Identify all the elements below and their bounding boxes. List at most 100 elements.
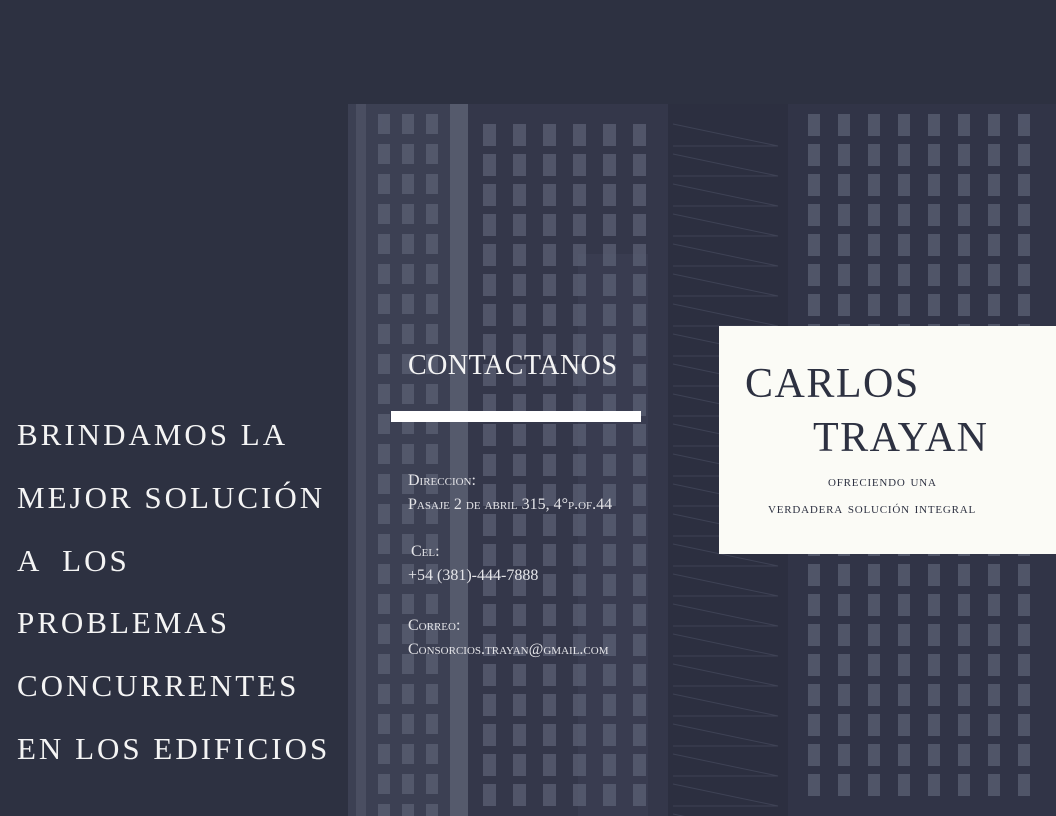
window-shape: [808, 264, 820, 286]
window-shape: [988, 114, 1000, 136]
window-shape: [838, 654, 850, 676]
window-shape: [868, 624, 880, 646]
window-shape: [573, 124, 586, 146]
window-shape: [633, 634, 646, 656]
window-shape: [958, 114, 970, 136]
window-shape: [543, 304, 556, 326]
window-shape: [808, 114, 820, 136]
window-shape: [603, 544, 616, 566]
tagline-line: A LOS: [17, 542, 130, 578]
window-shape: [402, 234, 414, 254]
tagline-line: CONCURRENTES: [17, 668, 300, 704]
window-shape: [378, 504, 390, 524]
window-shape: [426, 774, 438, 794]
window-shape: [838, 174, 850, 196]
window-shape: [426, 144, 438, 164]
window-shape: [378, 774, 390, 794]
window-shape: [483, 244, 496, 266]
window-shape: [633, 574, 646, 596]
window-shape: [378, 534, 390, 554]
window-shape: [402, 744, 414, 764]
window-shape: [868, 744, 880, 766]
window-shape: [483, 424, 496, 446]
subtitle-line-1: ofreciendo una: [828, 473, 937, 490]
window-shape: [633, 424, 646, 446]
window-shape: [513, 664, 526, 686]
window-shape: [928, 624, 940, 646]
window-shape: [378, 594, 390, 614]
window-shape: [513, 514, 526, 536]
window-shape: [988, 594, 1000, 616]
window-shape: [838, 624, 850, 646]
window-shape: [928, 684, 940, 706]
window-shape: [808, 714, 820, 736]
address-label: Direccion:: [408, 472, 476, 489]
window-shape: [633, 724, 646, 746]
phone-value[interactable]: +54 (381)-444-7888: [408, 564, 538, 588]
window-shape: [483, 274, 496, 296]
window-shape: [868, 654, 880, 676]
window-shape: [426, 714, 438, 734]
window-shape: [573, 214, 586, 236]
window-shape: [868, 774, 880, 796]
window-shape: [808, 564, 820, 586]
window-shape: [426, 324, 438, 344]
window-shape: [402, 324, 414, 344]
address-block: Direccion: Pasaje 2 de abril 315, 4°p.of…: [408, 469, 612, 517]
window-shape: [633, 544, 646, 566]
window-shape: [808, 744, 820, 766]
window-shape: [402, 144, 414, 164]
window-shape: [808, 774, 820, 796]
window-shape: [426, 744, 438, 764]
window-shape: [378, 384, 390, 404]
window-shape: [898, 114, 910, 136]
window-shape: [928, 564, 940, 586]
window-shape: [898, 564, 910, 586]
window-shape: [573, 574, 586, 596]
window-shape: [573, 274, 586, 296]
window-shape: [898, 294, 910, 316]
window-shape: [928, 294, 940, 316]
window-shape: [1018, 174, 1030, 196]
window-shape: [483, 544, 496, 566]
phone-label: Cel:: [411, 543, 440, 560]
window-shape: [928, 114, 940, 136]
window-shape: [928, 744, 940, 766]
window-shape: [543, 784, 556, 806]
window-shape: [958, 624, 970, 646]
window-shape: [603, 724, 616, 746]
window-shape: [928, 234, 940, 256]
window-shape: [573, 514, 586, 536]
window-shape: [838, 234, 850, 256]
window-shape: [838, 774, 850, 796]
window-shape: [898, 654, 910, 676]
email-value[interactable]: Consorcios.trayan@gmail.com: [408, 638, 608, 662]
window-shape: [928, 654, 940, 676]
window-shape: [633, 784, 646, 806]
window-shape: [603, 694, 616, 716]
window-shape: [988, 294, 1000, 316]
window-shape: [543, 514, 556, 536]
window-shape: [513, 784, 526, 806]
window-shape: [378, 204, 390, 224]
window-shape: [378, 624, 390, 644]
window-shape: [603, 514, 616, 536]
window-shape: [988, 204, 1000, 226]
window-shape: [573, 304, 586, 326]
window-shape: [808, 594, 820, 616]
window-shape: [868, 294, 880, 316]
window-shape: [868, 714, 880, 736]
window-shape: [838, 294, 850, 316]
window-shape: [838, 684, 850, 706]
window-shape: [573, 154, 586, 176]
window-shape: [513, 274, 526, 296]
window-shape: [1018, 144, 1030, 166]
contact-divider: [391, 411, 641, 422]
window-shape: [958, 654, 970, 676]
window-shape: [633, 274, 646, 296]
window-shape: [426, 204, 438, 224]
window-shape: [573, 244, 586, 266]
window-shape: [603, 574, 616, 596]
window-shape: [633, 154, 646, 176]
window-shape: [513, 724, 526, 746]
